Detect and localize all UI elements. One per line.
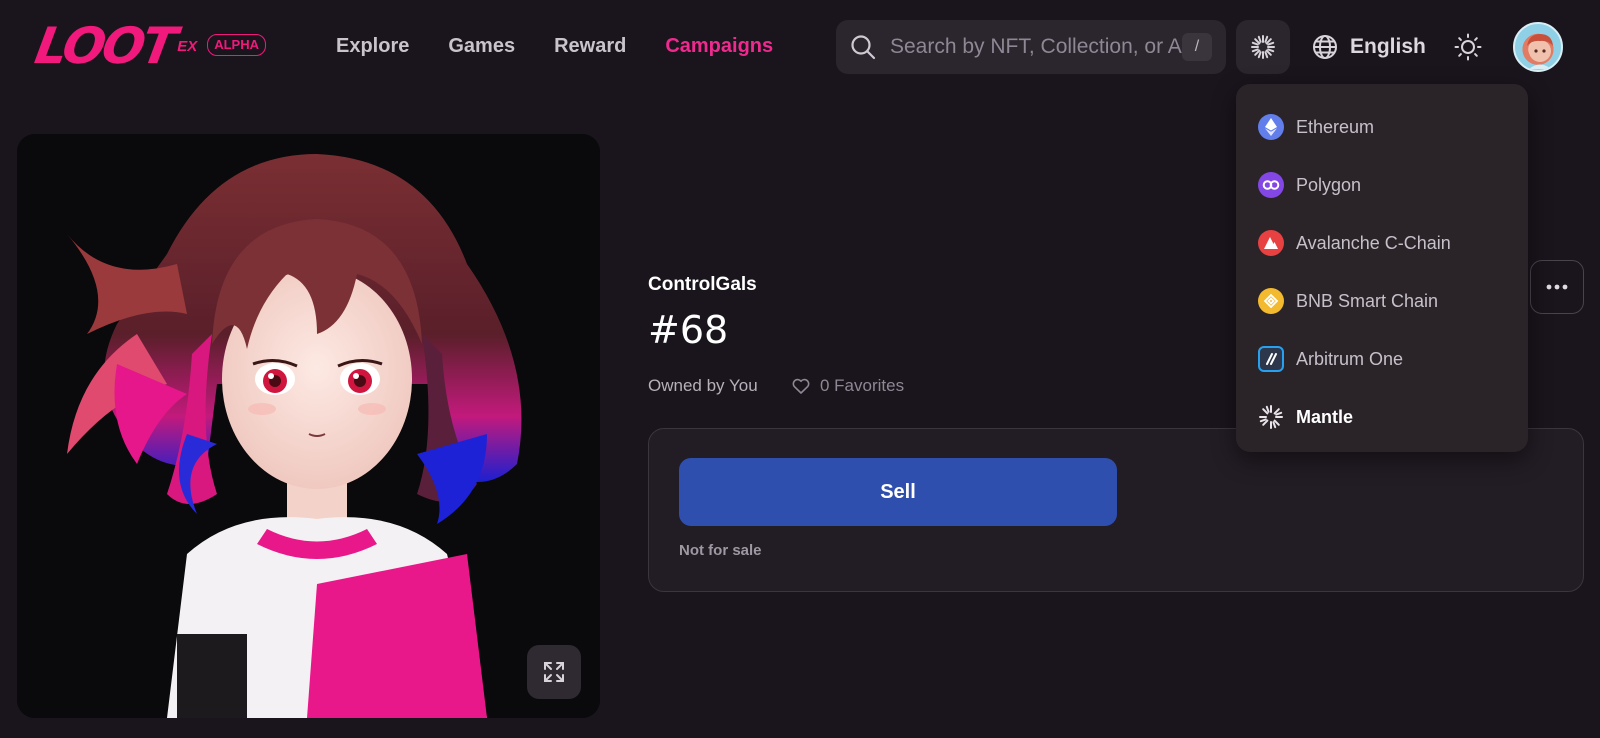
expand-image-button[interactable] bbox=[527, 645, 581, 699]
search-input[interactable] bbox=[890, 35, 1182, 59]
chain-option-label: Polygon bbox=[1296, 174, 1362, 195]
ethereum-icon bbox=[1258, 114, 1284, 140]
language-label: English bbox=[1350, 35, 1426, 58]
chain-option-label: BNB Smart Chain bbox=[1296, 290, 1439, 311]
chain-option-bnb[interactable]: BNB Smart Chain bbox=[1236, 272, 1528, 330]
mantle-icon bbox=[1258, 404, 1284, 430]
user-avatar[interactable] bbox=[1513, 22, 1563, 72]
chain-option-label: Arbitrum One bbox=[1296, 348, 1404, 369]
chain-option-label: Ethereum bbox=[1296, 116, 1375, 137]
chain-dropdown: Ethereum Polygon Avalanche C-Chain BNB S… bbox=[1236, 84, 1528, 452]
nav-explore[interactable]: Explore bbox=[336, 32, 409, 60]
sale-status: Not for sale bbox=[679, 542, 762, 559]
sale-panel: Sell Not for sale bbox=[648, 428, 1584, 592]
favorites-count: 0 Favorites bbox=[820, 376, 905, 395]
chain-selector-button[interactable] bbox=[1236, 20, 1290, 74]
search-shortcut-key: / bbox=[1182, 33, 1212, 61]
collection-name[interactable]: ControlGals bbox=[648, 274, 757, 296]
sun-icon[interactable] bbox=[1454, 33, 1482, 61]
logo-wordmark: LOOT bbox=[30, 17, 179, 75]
top-header: LOOT EX ALPHA Explore Games Reward Campa… bbox=[0, 0, 1600, 92]
anime-girl-artwork bbox=[17, 134, 600, 718]
expand-icon bbox=[544, 662, 564, 682]
search-icon bbox=[851, 35, 876, 60]
lootex-logo[interactable]: LOOT EX ALPHA bbox=[31, 17, 266, 75]
search-bar[interactable]: / bbox=[836, 20, 1226, 74]
chain-option-polygon[interactable]: Polygon bbox=[1236, 156, 1528, 214]
globe-icon bbox=[1313, 35, 1337, 59]
nft-artwork[interactable] bbox=[17, 134, 600, 718]
logo-ex: EX bbox=[177, 38, 198, 55]
favorites-button[interactable]: 0 Favorites bbox=[792, 376, 904, 396]
chain-option-mantle[interactable]: Mantle bbox=[1236, 388, 1528, 446]
owner-text: Owned by You bbox=[648, 376, 758, 395]
sell-button[interactable]: Sell bbox=[679, 458, 1117, 526]
chain-option-arbitrum[interactable]: Arbitrum One bbox=[1236, 330, 1528, 388]
more-options-button[interactable] bbox=[1530, 260, 1584, 314]
avalanche-icon bbox=[1258, 230, 1284, 256]
chain-option-label: Avalanche C-Chain bbox=[1296, 232, 1451, 253]
chain-option-label: Mantle bbox=[1296, 406, 1354, 427]
alpha-badge: ALPHA bbox=[207, 34, 266, 56]
arbitrum-icon bbox=[1258, 346, 1284, 372]
mantle-icon bbox=[1251, 35, 1275, 59]
chain-option-ethereum[interactable]: Ethereum bbox=[1236, 98, 1528, 156]
nav-reward[interactable]: Reward bbox=[554, 32, 626, 60]
bnb-icon bbox=[1258, 288, 1284, 314]
chain-option-avalanche[interactable]: Avalanche C-Chain bbox=[1236, 214, 1528, 272]
language-selector[interactable]: English bbox=[1312, 30, 1426, 64]
polygon-icon bbox=[1258, 172, 1284, 198]
heart-icon bbox=[792, 378, 810, 394]
nav-games[interactable]: Games bbox=[448, 32, 515, 60]
nav-campaigns[interactable]: Campaigns bbox=[665, 32, 773, 60]
avatar-image bbox=[1527, 34, 1553, 69]
more-icon bbox=[1546, 284, 1568, 290]
main-nav: Explore Games Reward Campaigns bbox=[336, 32, 812, 60]
token-id: #68 bbox=[648, 308, 729, 352]
